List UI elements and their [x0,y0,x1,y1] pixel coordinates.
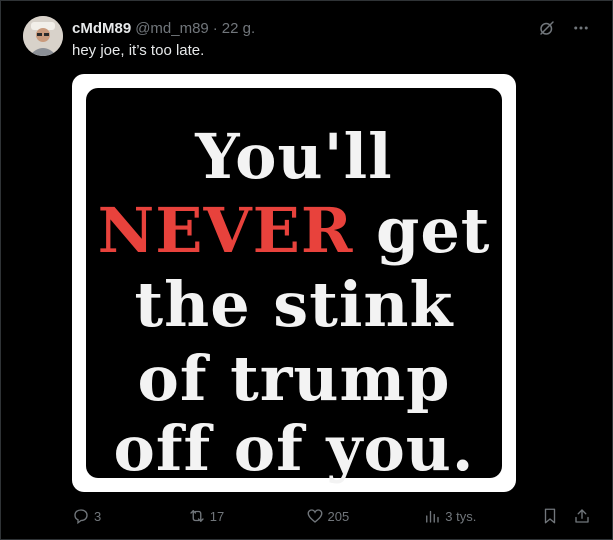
poster-line-4: of trump [137,342,451,415]
tweet-header: cMdM89 @md_m89 · 22 g. [72,18,255,38]
poster-line-1: You'll [195,120,393,193]
repost-count: 17 [209,508,225,524]
display-name[interactable]: cMdM89 [72,20,131,37]
grok-icon[interactable] [537,18,557,38]
more-icon[interactable] [571,18,591,38]
user-handle[interactable]: @md_m89 [135,20,209,37]
separator-dot: · [212,19,218,37]
poster-line-5: off of you. [113,412,475,485]
like-button[interactable]: 205 [306,507,424,525]
poster-line-3: the stink [134,268,454,341]
heart-icon [307,509,322,523]
share-icon[interactable] [573,507,591,525]
reply-count: 3 [94,508,102,524]
views-button[interactable]: 3 tys. [423,507,541,525]
tweet-action-bar: 3 17 205 3 tys. [72,505,591,527]
poster-word-get: get [375,194,491,267]
views-count: 3 tys. [445,508,477,524]
reply-button[interactable]: 3 [72,507,188,525]
poster-word-never: NEVER [97,194,354,267]
poster-line-2: NEVER get [86,200,502,262]
like-count: 205 [327,508,350,524]
repost-icon [190,510,204,522]
views-icon [426,510,439,523]
avatar[interactable] [23,16,63,56]
timestamp[interactable]: 22 g. [222,20,255,37]
tweet-media-image[interactable]: You'll NEVER get the stink of trump off … [72,74,516,492]
avatar-image [23,16,63,56]
tweet-top-actions [537,18,591,38]
bookmark-share-group [541,507,591,525]
bookmark-icon[interactable] [541,507,559,525]
poster-background: You'll NEVER get the stink of trump off … [86,88,502,485]
tweet-text: hey joe, it’s too late. [72,42,205,59]
reply-icon [74,509,88,525]
repost-button[interactable]: 17 [188,507,306,525]
